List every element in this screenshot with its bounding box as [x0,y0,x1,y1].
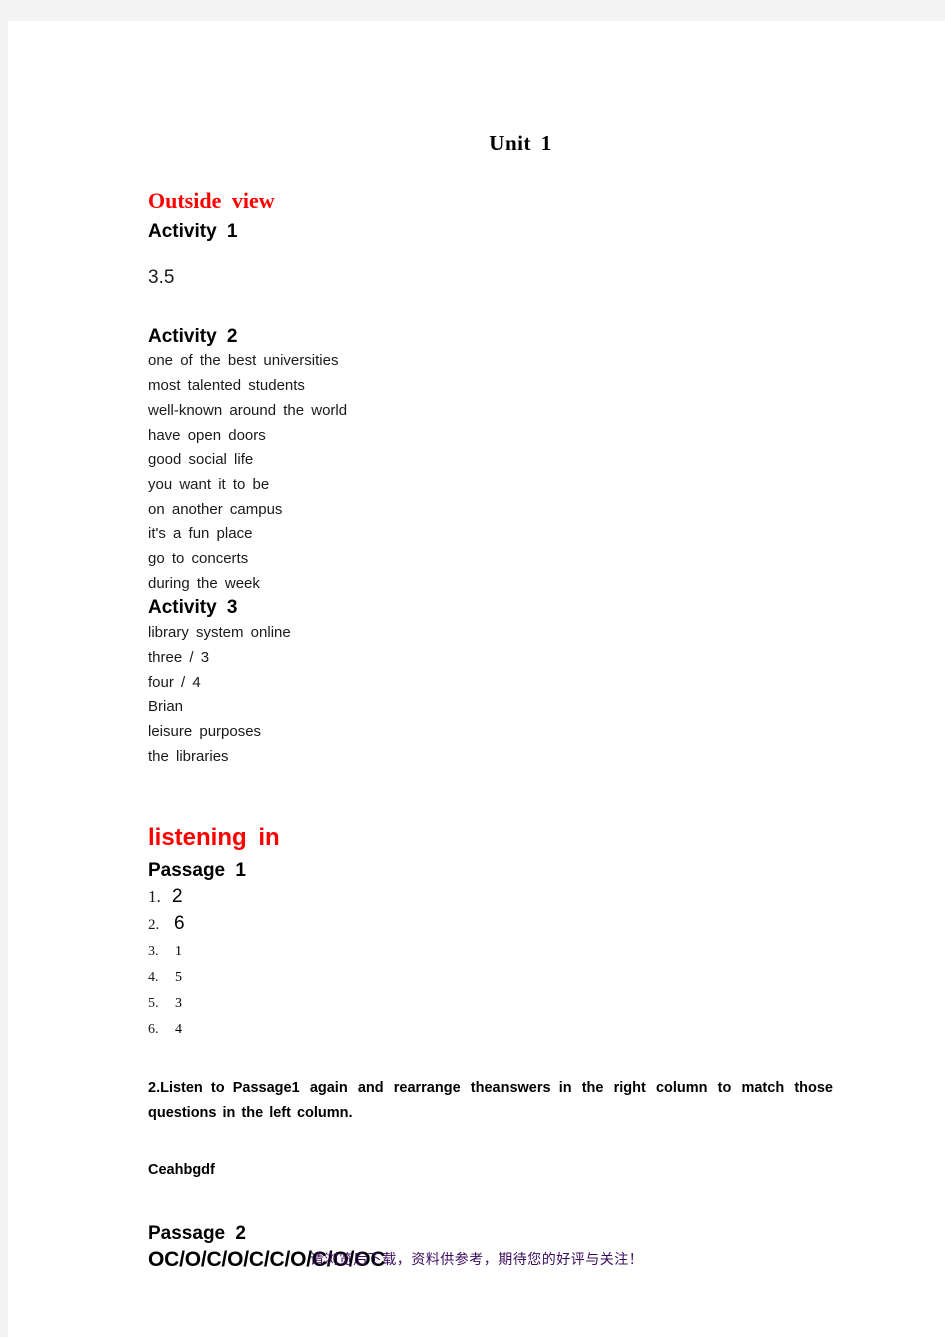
list-item: Brian [148,698,184,716]
list-item: library system online [148,624,291,642]
list-item: three / 3 [148,648,210,666]
activity-3-answer-list: library system online three / 3 four / 4… [148,621,848,769]
passage-1-instruction: 2.Listen to Passage1 again and rearrange… [148,1076,833,1126]
list-item: it's a fun place [148,525,253,543]
list-item: you want it to be [148,475,270,493]
subheading-activity-3: Activity 3 [148,597,238,619]
list-item: the libraries [148,747,229,765]
list-item: have open doors [148,426,266,444]
list-item: well-known around the world [148,401,348,419]
list-item: go to concerts [148,550,249,568]
activity-2-answer-list: one of the best universities most talent… [148,349,848,596]
list-item: good social life [148,451,254,469]
list-value: 2 [172,886,183,908]
list-item: leisure purposes [148,722,262,740]
instruction-segment-3: answers in [492,1080,572,1097]
list-item: 6. 4 [148,1016,848,1042]
list-marker: 3. [148,944,159,960]
list-item: most talented students [148,377,305,395]
list-marker: 4. [148,970,159,986]
list-item: 4. 5 [148,964,848,990]
list-value: 3 [175,996,182,1012]
footer-watermark: 请浏览后下载，资料供参考，期待您的好评与关注！ [309,1252,644,1268]
document-body: Unit 1 Outside view Activity 1 3.5 Activ… [148,131,848,1273]
list-item: 1. 2 [148,884,848,911]
passage-1-numbered-answers: 1. 2 2. 6 3. 1 4. 5 5. 3 6. 4 [148,884,848,1042]
subheading-activity-2: Activity 2 [148,325,238,347]
activity-1-answer: 3.5 [148,267,175,289]
section-heading-outside-view: Outside view [148,188,275,213]
list-item: 3. 1 [148,938,848,964]
list-item: 5. 3 [148,990,848,1016]
page-title: Unit 1 [489,131,552,155]
list-marker: 1. [148,887,161,907]
document-page: Unit 1 Outside view Activity 1 3.5 Activ… [8,21,945,1337]
section-heading-listening-in: listening in [148,824,280,852]
list-item: four / 4 [148,673,201,691]
list-item: one of the best universities [148,352,339,370]
subheading-passage-1: Passage 1 [148,860,246,882]
list-marker: 6. [148,1022,159,1038]
list-value: 1 [175,944,182,960]
list-marker: 5. [148,996,159,1012]
instruction-segment-1: 2.Listen to Passage [148,1080,292,1097]
list-value: 4 [175,1022,182,1038]
instruction-segment-2: again and rearrange the [299,1080,493,1097]
list-item: on another campus [148,500,283,518]
instruction-segment-number: 1 [291,1080,300,1097]
list-marker: 2. [148,917,160,934]
list-value: 5 [175,970,182,986]
list-item: during the week [148,574,260,592]
subheading-passage-2: Passage 2 [148,1223,246,1245]
subheading-activity-1: Activity 1 [148,221,238,243]
list-item: 2. 6 [148,911,848,938]
list-value: 6 [174,913,185,935]
passage-1-sequence-answer: Ceahbgdf [148,1162,215,1179]
